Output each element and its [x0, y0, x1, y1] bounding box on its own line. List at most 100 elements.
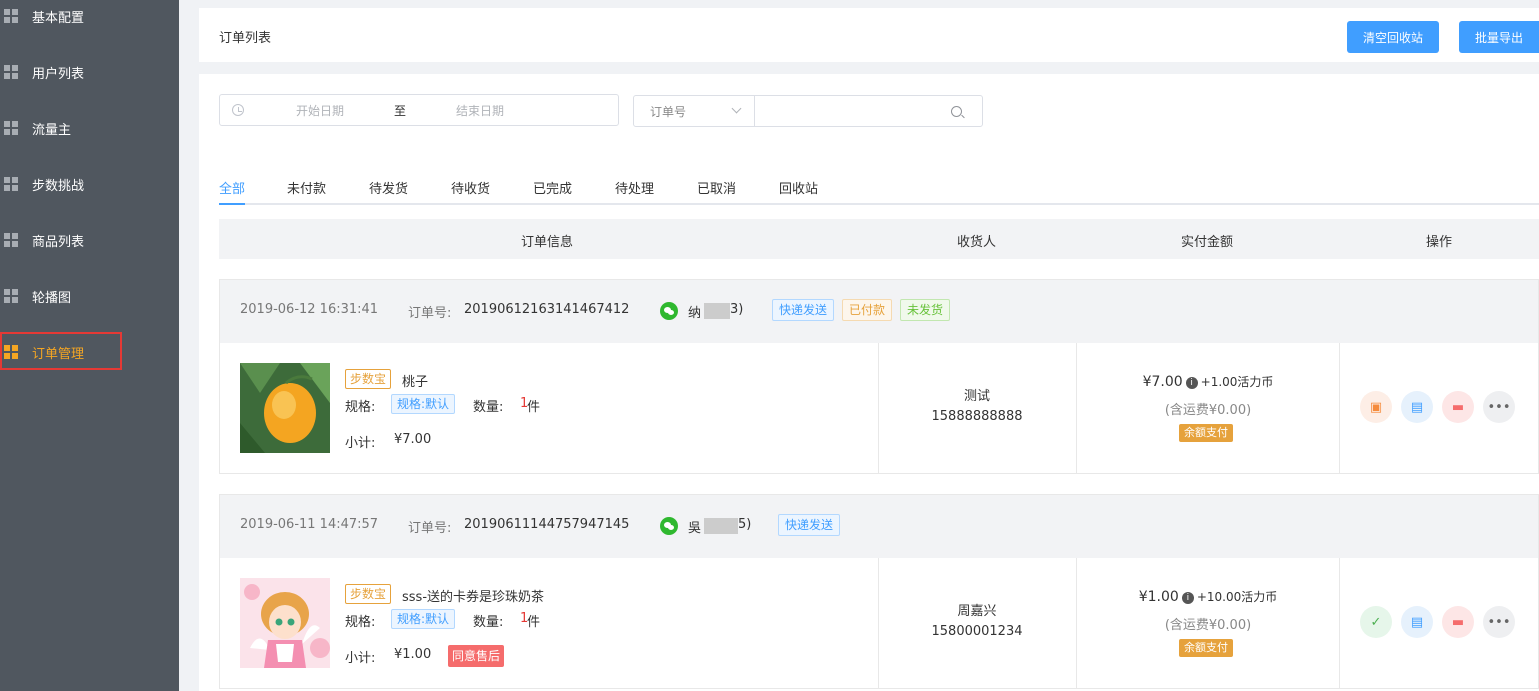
product-thumbnail[interactable] — [240, 363, 330, 453]
subtotal-value: ¥7.00 — [394, 432, 432, 447]
main-content: 开始日期 至 结束日期 订单号 全部 未付款 待发货 待收货 已完成 待处理 已… — [199, 74, 1539, 691]
paid-amount-line: ¥7.00 i +1.00活力币 — [1077, 373, 1339, 390]
shipping-fee: (含运费¥0.00) — [1164, 618, 1252, 633]
batch-export-button[interactable]: 批量导出 — [1459, 21, 1539, 53]
tab-completed[interactable]: 已完成 — [533, 178, 572, 205]
selection-highlight — [0, 332, 122, 370]
payment-method-badge: 余额支付 — [1179, 639, 1233, 657]
sidebar-item-user-list[interactable]: 用户列表 — [0, 48, 179, 96]
order-date: 2019-06-11 14:47:57 — [240, 517, 379, 532]
order-header: 2019-06-11 14:47:57 订单号: 201906111447579… — [220, 495, 1538, 558]
sidebar-item-label: 基本配置 — [32, 10, 85, 26]
receiver-name: 周嘉兴 — [957, 604, 997, 619]
status-badge: 已付款 — [842, 299, 893, 321]
order-no: 20190612163141467412 — [464, 302, 630, 317]
message-icon[interactable]: ▬ — [1442, 391, 1474, 423]
wechat-icon — [660, 302, 678, 320]
spec-value: 规格:默认 — [391, 609, 456, 629]
tab-recycle-bin[interactable]: 回收站 — [779, 178, 818, 205]
search-input[interactable] — [755, 96, 951, 126]
product-source-tag: 步数宝 — [345, 369, 392, 389]
sidebar-item-label: 轮播图 — [32, 290, 72, 306]
status-badge: 未发货 — [900, 299, 951, 321]
tab-pending[interactable]: 待处理 — [615, 178, 654, 205]
coin-reward: +10.00活力币 — [1196, 590, 1278, 604]
more-icon[interactable]: ••• — [1483, 606, 1515, 638]
sidebar: 基本配置 用户列表 流量主 步数挑战 商品列表 轮播图 订单管理 — [0, 0, 179, 691]
product-thumbnail[interactable] — [240, 578, 330, 668]
status-badge: 快递发送 — [772, 299, 835, 321]
search-icon[interactable] — [951, 105, 962, 117]
start-date-input[interactable]: 开始日期 — [296, 102, 344, 119]
status-badge: 快递发送 — [778, 514, 841, 536]
col-paid-amount: 实付金额 — [1181, 235, 1234, 250]
receiver-name: 测试 — [963, 389, 990, 404]
sidebar-item-order-management[interactable]: 订单管理 — [0, 328, 179, 376]
clear-recycle-button[interactable]: 清空回收站 — [1347, 21, 1439, 53]
sidebar-item-step-challenge[interactable]: 步数挑战 — [0, 160, 179, 208]
sidebar-item-traffic[interactable]: 流量主 — [0, 104, 179, 152]
select-value: 订单号 — [650, 104, 687, 119]
receiver-phone: 15888888888 — [931, 409, 1023, 424]
quantity-unit: 件 — [527, 615, 541, 630]
buyer-name-suffix: 5) — [738, 517, 752, 532]
grid-icon — [4, 233, 18, 247]
divider — [878, 558, 879, 688]
order-card: 2019-06-11 14:47:57 订单号: 201906111447579… — [219, 494, 1539, 689]
table-header: 订单信息 收货人 实付金额 操作 — [219, 219, 1539, 259]
divider — [878, 343, 879, 473]
tab-unpaid[interactable]: 未付款 — [287, 178, 326, 205]
sidebar-item-basic-config[interactable]: 基本配置 — [0, 0, 179, 40]
subtotal-label: 小计: — [345, 436, 376, 451]
order-date: 2019-06-12 16:31:41 — [240, 302, 379, 317]
product-name[interactable]: sss-送的卡券是珍珠奶茶 — [402, 586, 544, 605]
buyer-name-suffix: 3) — [730, 302, 744, 317]
search-type-select[interactable]: 订单号 — [634, 96, 755, 126]
clock-icon — [232, 104, 244, 116]
spec-label: 规格: — [345, 400, 376, 415]
print-icon[interactable]: ▤ — [1401, 391, 1433, 423]
page-title: 订单列表 — [219, 31, 272, 46]
quantity-label: 数量: — [473, 400, 504, 415]
order-no: 20190611144757947145 — [464, 517, 630, 532]
coin-reward: +1.00活力币 — [1200, 375, 1274, 389]
order-no-label: 订单号: — [408, 306, 452, 321]
ship-icon[interactable]: ▣ — [1360, 391, 1392, 423]
product-source-tag: 步数宝 — [345, 584, 392, 604]
info-icon[interactable]: i — [1181, 592, 1194, 604]
receiver-phone: 15800001234 — [931, 624, 1023, 639]
message-icon[interactable]: ▬ — [1442, 606, 1474, 638]
shipping-fee: (含运费¥0.00) — [1164, 403, 1252, 418]
page-header: 订单列表 清空回收站 批量导出 — [199, 8, 1539, 62]
order-body: 步数宝 桃子 规格: 规格:默认 数量: 1 件 小计: ¥7.00 测试 15… — [220, 343, 1538, 473]
divider — [1339, 558, 1340, 688]
date-range-picker[interactable]: 开始日期 至 结束日期 — [219, 94, 619, 126]
subtotal-value: ¥1.00 — [394, 647, 432, 662]
range-separator: 至 — [394, 103, 407, 118]
sidebar-item-label: 步数挑战 — [32, 178, 85, 194]
redacted-block — [704, 518, 738, 534]
col-receiver: 收货人 — [957, 235, 997, 250]
product-name[interactable]: 桃子 — [402, 371, 428, 390]
tab-to-receive[interactable]: 待收货 — [451, 178, 490, 205]
grid-icon — [4, 9, 18, 23]
sidebar-item-label: 用户列表 — [32, 66, 85, 82]
quantity-label: 数量: — [473, 615, 504, 630]
tab-to-ship[interactable]: 待发货 — [369, 178, 408, 205]
order-no-label: 订单号: — [408, 521, 452, 536]
more-icon[interactable]: ••• — [1483, 391, 1515, 423]
end-date-input[interactable]: 结束日期 — [456, 102, 504, 119]
tab-cancelled[interactable]: 已取消 — [697, 178, 736, 205]
print-icon[interactable]: ▤ — [1401, 606, 1433, 638]
check-clipboard-icon[interactable]: ✓ — [1360, 606, 1392, 638]
info-icon[interactable]: i — [1185, 377, 1198, 389]
divider — [1339, 343, 1340, 473]
sidebar-item-carousel[interactable]: 轮播图 — [0, 272, 179, 320]
tab-all[interactable]: 全部 — [219, 178, 246, 205]
chevron-down-icon — [731, 103, 742, 114]
paid-amount: ¥7.00 — [1142, 374, 1183, 390]
buyer-name-prefix: 吳 — [688, 521, 702, 536]
quantity-unit: 件 — [527, 400, 541, 415]
order-body: 步数宝 sss-送的卡券是珍珠奶茶 规格: 规格:默认 数量: 1 件 小计: … — [220, 558, 1538, 688]
sidebar-item-product-list[interactable]: 商品列表 — [0, 216, 179, 264]
